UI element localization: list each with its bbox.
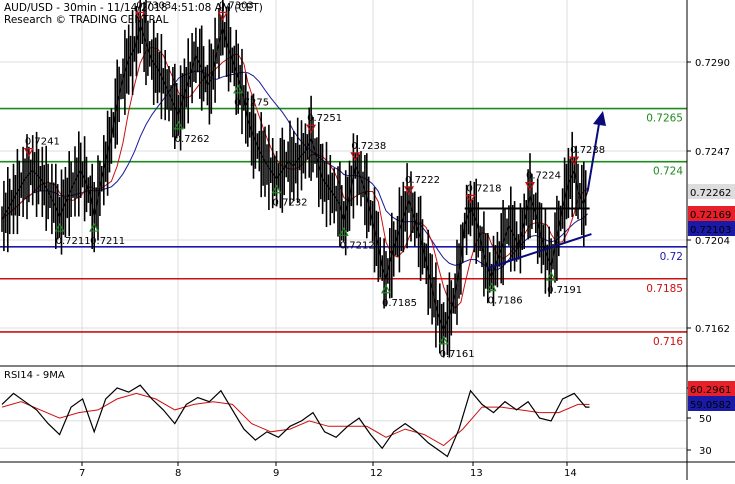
time-tick-label: 13 bbox=[470, 468, 483, 479]
swing-high-label: 0.7224 bbox=[526, 171, 561, 182]
swing-low-label: 0.7191 bbox=[547, 285, 582, 296]
swing-high-label: 0.7241 bbox=[25, 137, 60, 148]
time-tick-label: 9 bbox=[273, 468, 279, 479]
level-label: 0.724 bbox=[653, 166, 683, 178]
price-tick-label: 0.7247 bbox=[695, 147, 730, 158]
level-label: 0.716 bbox=[653, 336, 683, 348]
chart-title: AUD/USD - 30min - 11/14/2018 4:51:08 AM … bbox=[4, 2, 263, 14]
swing-low-label: 0.7212 bbox=[340, 240, 375, 251]
price-tick-label: 0.7162 bbox=[695, 324, 730, 335]
price-tick-label: 0.7290 bbox=[695, 58, 730, 69]
swing-low-label: 0.7186 bbox=[488, 296, 523, 307]
ma-slow-badge: 0.72103 bbox=[690, 225, 731, 236]
swing-low-label: 0.7275 bbox=[234, 98, 269, 109]
ma-fast-badge: 0.72169 bbox=[690, 210, 731, 221]
swing-low-label: 0.7262 bbox=[175, 134, 210, 145]
level-label: 0.7265 bbox=[646, 113, 683, 125]
time-tick-label: 7 bbox=[79, 468, 85, 479]
rsi-title: RSI14 - 9MA bbox=[4, 370, 65, 381]
swing-low-label: 0.7161 bbox=[440, 349, 475, 360]
swing-low-label: 0.7232 bbox=[273, 198, 308, 209]
level-label: 0.72 bbox=[660, 251, 683, 263]
swing-high-label: 0.7238 bbox=[351, 141, 386, 152]
swing-high-label: 0.7238 bbox=[570, 145, 605, 156]
swing-low-label: 0.7211 bbox=[56, 236, 91, 247]
current-price-badge: 0.72262 bbox=[690, 188, 731, 199]
swing-high-label: 0.7222 bbox=[405, 175, 440, 186]
swing-low-label: 0.7185 bbox=[382, 298, 417, 309]
rsi-ma-badge: 60.2961 bbox=[690, 385, 731, 396]
chart-canvas: 0.72650.7240.720.71850.716 0.72410.7303 0… bbox=[0, 0, 735, 480]
rsi-badge: 59.0582 bbox=[690, 400, 731, 411]
rsi-tick-label: 30 bbox=[699, 446, 712, 457]
swing-high-label: 0.7251 bbox=[307, 113, 342, 124]
swing-low-label: 0.7211 bbox=[90, 236, 125, 247]
time-tick-label: 12 bbox=[370, 468, 383, 479]
swing-high-label: 0.7218 bbox=[466, 183, 501, 194]
trading-chart: 0.7265 0.724 0.72 0.7185 0.716 0.7241 0.7303 0… bbox=[0, 0, 735, 480]
time-tick-label: 14 bbox=[564, 468, 577, 479]
level-label: 0.7185 bbox=[646, 283, 683, 295]
copyright-text: Research © TRADING CENTRAL bbox=[4, 14, 169, 26]
rsi-tick-label: 50 bbox=[699, 414, 712, 425]
price-tick-label: 0.7204 bbox=[695, 236, 730, 247]
time-tick-label: 8 bbox=[175, 468, 181, 479]
